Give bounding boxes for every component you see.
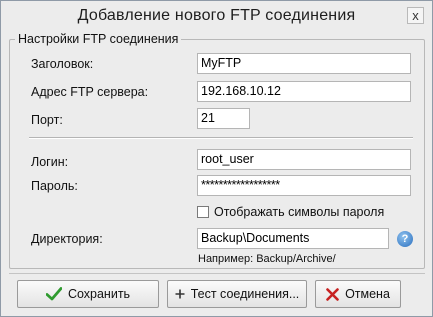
password-label: Пароль: xyxy=(31,179,78,193)
test-connection-button[interactable]: Тест соединения... xyxy=(167,280,307,308)
port-field[interactable]: 21 xyxy=(197,108,250,129)
show-password-label[interactable]: Отображать символы пароля xyxy=(214,205,384,219)
section-separator xyxy=(29,137,413,139)
password-value: ****************** xyxy=(201,178,280,192)
title-bar[interactable]: Добавление нового FTP соединения x xyxy=(1,1,432,33)
server-address-label: Адрес FTP сервера: xyxy=(31,85,149,99)
save-button-label: Сохранить xyxy=(67,287,131,301)
test-connection-label: Тест соединения... xyxy=(190,287,300,301)
group-legend: Настройки FTP соединения xyxy=(15,32,182,46)
plus-icon xyxy=(175,289,185,299)
save-button[interactable]: Сохранить xyxy=(17,280,159,308)
port-label: Порт: xyxy=(31,113,63,127)
cancel-button-label: Отмена xyxy=(345,287,390,301)
help-icon[interactable]: ? xyxy=(397,231,413,247)
checkmark-icon xyxy=(45,287,62,301)
directory-value: Backup\Documents xyxy=(201,231,310,245)
ftp-connection-dialog: Добавление нового FTP соединения x Настр… xyxy=(0,0,433,317)
title-field[interactable]: MyFTP xyxy=(197,53,411,74)
login-field[interactable]: root_user xyxy=(197,149,411,170)
login-label: Логин: xyxy=(31,155,69,169)
close-button[interactable]: x xyxy=(407,7,424,24)
cancel-button[interactable]: Отмена xyxy=(315,280,401,308)
title-field-label: Заголовок: xyxy=(31,57,94,71)
password-field[interactable]: ****************** xyxy=(197,175,411,196)
port-value: 21 xyxy=(201,111,215,125)
title-field-value: MyFTP xyxy=(201,56,242,70)
directory-field[interactable]: Backup\Documents xyxy=(197,228,389,249)
close-icon: x xyxy=(412,8,419,23)
server-address-field[interactable]: 192.168.10.12 xyxy=(197,81,411,102)
show-password-checkbox[interactable] xyxy=(197,206,209,218)
directory-label: Директория: xyxy=(31,232,103,246)
login-value: root_user xyxy=(201,152,254,166)
dialog-title: Добавление нового FTP соединения xyxy=(77,7,356,24)
cross-icon xyxy=(326,287,339,301)
server-address-value: 192.168.10.12 xyxy=(201,84,281,98)
directory-hint: Например: Backup/Archive/ xyxy=(198,253,336,265)
button-bar-divider xyxy=(9,273,425,274)
